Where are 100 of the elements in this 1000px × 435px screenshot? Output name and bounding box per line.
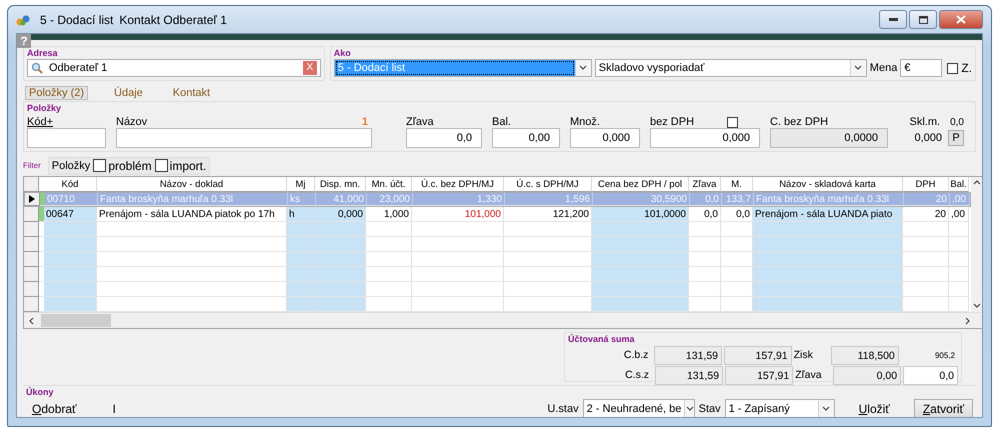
table-cell: 00710 <box>45 193 98 206</box>
table-cell: 133,7 <box>722 193 754 206</box>
table-cell: 41,000 <box>316 193 367 206</box>
save-link[interactable]: Uložiť <box>852 402 896 416</box>
field-label: U.stav <box>547 403 579 415</box>
checkbox[interactable] <box>947 62 958 74</box>
window-title: 5 - Dodací list <box>40 12 114 26</box>
currency-label: Mena <box>870 62 898 74</box>
p-button[interactable]: P <box>948 130 964 146</box>
table-cell: 0,0 <box>690 193 722 206</box>
mode-dropdown[interactable]: Skladovo vysporiadať <box>594 59 867 77</box>
table-cell: ,00 <box>950 193 970 206</box>
checkbox[interactable] <box>727 117 738 128</box>
close-dialog-button[interactable]: Zatvoriť <box>914 398 973 417</box>
scroll-down-icon[interactable] <box>972 302 980 310</box>
amount-field: 157,91 <box>724 346 792 364</box>
row-label: Zisk <box>794 349 814 361</box>
close-icon <box>956 15 966 24</box>
close-button[interactable] <box>939 10 983 29</box>
amount-field[interactable]: 0,0 <box>903 366 958 384</box>
filter-label: Filter <box>23 161 41 170</box>
amount-field: 157,91 <box>725 366 794 384</box>
input-field[interactable]: 0,0 <box>406 128 482 148</box>
empty-cell <box>949 237 969 252</box>
checkbox[interactable] <box>154 159 168 172</box>
group-label: Položky <box>27 103 62 114</box>
field-label: Skl.m. <box>910 116 940 128</box>
scroll-up-icon[interactable] <box>972 179 980 187</box>
column-header[interactable]: Ú.c. s DPH/MJ <box>504 177 592 192</box>
row-label: C.s.z <box>624 369 650 381</box>
input-field[interactable]: 0,000 <box>650 128 760 148</box>
stock-value: 0,000 <box>914 132 942 144</box>
row-label: C.b.z <box>622 349 650 361</box>
tab[interactable]: Položky (2) <box>25 86 88 100</box>
payment-state-dropdown[interactable]: 2 - Neuhradené, be <box>582 399 695 417</box>
column-header[interactable]: Ú.c. bez DPH/MJ <box>412 177 504 192</box>
column-header[interactable]: Zľava <box>689 177 721 192</box>
input-field[interactable]: 0,000 <box>570 128 640 148</box>
action-link[interactable]: Odobrať <box>26 402 83 416</box>
field-label: Stav <box>698 403 721 415</box>
row-header[interactable] <box>25 193 40 206</box>
horizontal-scrollbar[interactable] <box>24 312 982 328</box>
state-dropdown[interactable]: 1 - Zapísaný <box>724 399 835 417</box>
table-cell: Prenájom - sála LUANDA piato <box>753 207 903 222</box>
tab[interactable]: Kontakt <box>168 86 214 100</box>
action-link[interactable]: I <box>106 402 122 416</box>
scroll-right-icon[interactable] <box>963 316 971 324</box>
address-field[interactable]: Odberateľ 1 X <box>27 59 321 77</box>
scroll-left-icon[interactable] <box>28 316 36 324</box>
field-label: Bal. <box>492 116 512 128</box>
column-header[interactable]: Mj <box>287 177 315 192</box>
table-row[interactable]: 00647 Prenájom - sála LUANDA piatok po 17h h 0,000 1,000 101,000 121,200 101,0000 0,0 0,0 Prenájom - sála LUANDA piato 20 ,00 <box>24 207 971 222</box>
table-cell: 101,0000 <box>592 207 689 222</box>
search-icon <box>31 62 43 74</box>
column-header[interactable]: Názov - doklad <box>97 177 287 192</box>
table-cell: 101,000 <box>412 207 504 222</box>
column-header[interactable]: DPH <box>903 177 949 192</box>
table-cell: 0,0 <box>689 207 721 222</box>
row-label: Zľava <box>795 369 823 381</box>
item-counter: 1 <box>362 116 368 128</box>
vertical-scrollbar[interactable] <box>971 177 982 312</box>
table-cell: 0,000 <box>315 207 366 222</box>
maximize-button[interactable] <box>909 10 937 29</box>
field-label: Kód+ <box>27 116 53 128</box>
checkbox[interactable] <box>93 159 106 172</box>
table-cell: Fanta broskyňa marhuľa 0.33l <box>754 193 904 206</box>
input-field[interactable] <box>27 128 106 148</box>
table-cell: 00647 <box>44 207 97 222</box>
column-header[interactable]: Disp. mn. <box>315 177 366 192</box>
filter-scope: Položky <box>52 160 90 172</box>
column-header[interactable]: Mn. účt. <box>366 177 412 192</box>
amount-field: 131,59 <box>654 346 722 364</box>
table-cell: 1,596 <box>505 193 593 206</box>
checkbox-label: Z. <box>961 61 972 75</box>
stock-reading: 0,0 <box>950 117 964 128</box>
minimize-button[interactable] <box>879 10 907 29</box>
checkbox-label: import. <box>170 158 206 172</box>
empty-cell <box>949 282 969 297</box>
field-label: Množ. <box>570 116 601 128</box>
input-field[interactable] <box>116 128 372 148</box>
scrollbar-thumb[interactable] <box>41 314 111 327</box>
note-value: 905,2 <box>934 350 956 360</box>
amount-field: 0,00 <box>832 366 902 384</box>
input-field[interactable]: 0,00 <box>492 128 560 148</box>
app-icon <box>16 14 30 26</box>
currency-field[interactable]: € <box>900 59 942 77</box>
table-cell: Fanta broskyňa marhuľa 0.33l <box>98 193 288 206</box>
column-header[interactable]: Názov - skladová karta <box>753 177 903 192</box>
column-header[interactable]: M. <box>721 177 753 192</box>
empty-cell <box>949 267 969 282</box>
tab[interactable]: Údaje <box>110 86 147 100</box>
table-cell: Prenájom - sála LUANDA piatok po 17h <box>97 207 287 222</box>
table-cell: 20 <box>903 207 949 222</box>
group-label: Účtovaná suma <box>568 334 636 345</box>
column-header[interactable]: Kód <box>44 177 97 192</box>
amount-field: 131,59 <box>655 366 724 384</box>
column-header[interactable]: Cena bez DPH / pol <box>592 177 689 192</box>
column-header[interactable]: Bal. <box>949 177 969 192</box>
window-subtitle: Kontakt Odberateľ 1 <box>119 12 227 26</box>
field-label: Zľava <box>406 116 435 128</box>
